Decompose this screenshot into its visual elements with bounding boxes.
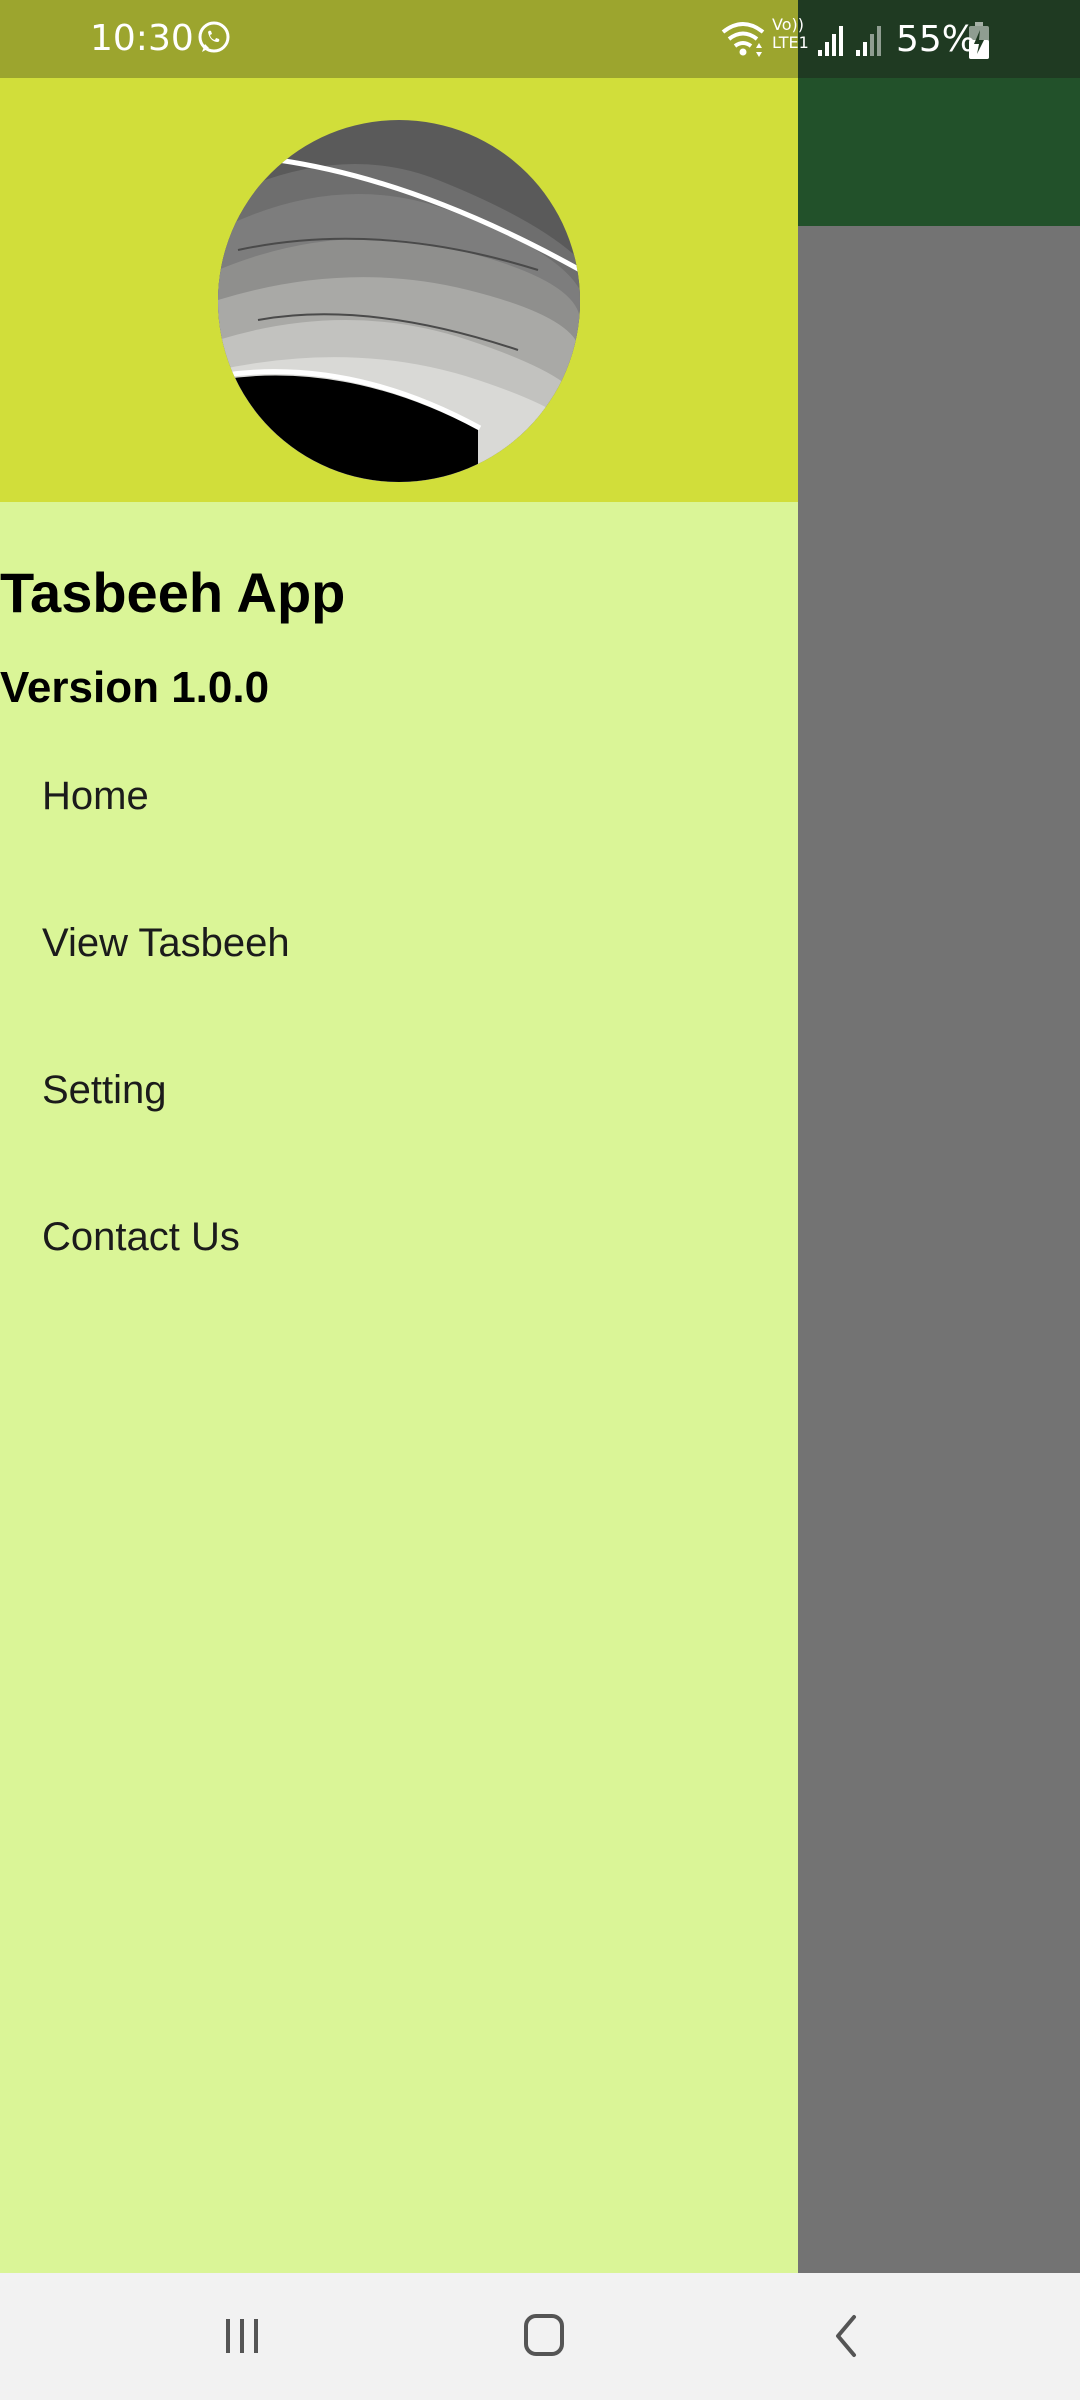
back-button[interactable] — [786, 2293, 906, 2379]
screen: 10:30 Vo)) LTE1 55% Tasbeeh App Version … — [0, 0, 1080, 2400]
wifi-icon — [721, 22, 765, 57]
drawer-item-view-tasbeeh[interactable]: View Tasbeeh — [0, 873, 798, 1020]
volte-bottom: LTE1 — [772, 33, 809, 52]
drawer-item-home[interactable]: Home — [0, 726, 798, 873]
recents-button[interactable] — [182, 2293, 302, 2379]
volte-top: Vo)) — [772, 15, 804, 34]
drawer-item-label: Home — [42, 774, 149, 818]
status-icons: Vo)) LTE1 55% — [720, 14, 1060, 64]
battery-charging-icon — [969, 22, 989, 59]
status-time: 10:30 — [90, 18, 194, 59]
app-version: Version 1.0.0 — [0, 663, 270, 712]
navigation-drawer: Tasbeeh App Version 1.0.0 Home View Tasb… — [0, 78, 798, 2273]
drawer-item-label: Setting — [42, 1068, 167, 1112]
whatsapp-icon — [198, 21, 230, 53]
drawer-item-setting[interactable]: Setting — [0, 1020, 798, 1167]
home-icon — [524, 2314, 564, 2356]
app-title: Tasbeeh App — [0, 561, 346, 624]
volte-indicator: Vo)) LTE1 — [772, 16, 809, 52]
drawer-header — [0, 78, 798, 502]
back-icon — [836, 2315, 856, 2357]
avatar — [218, 120, 580, 482]
wave-art-image — [218, 120, 580, 482]
signal-icon — [818, 26, 843, 56]
drawer-item-contact-us[interactable]: Contact Us — [0, 1167, 798, 1314]
system-nav-bar — [0, 2273, 1080, 2400]
drawer-item-label: Contact Us — [42, 1215, 240, 1259]
recents-icon — [226, 2319, 258, 2353]
home-button[interactable] — [484, 2293, 604, 2379]
signal-icon — [856, 26, 881, 56]
status-bar: 10:30 Vo)) LTE1 55% — [0, 0, 1080, 78]
battery-percent: 55% — [896, 19, 977, 60]
drawer-item-label: View Tasbeeh — [42, 921, 290, 965]
